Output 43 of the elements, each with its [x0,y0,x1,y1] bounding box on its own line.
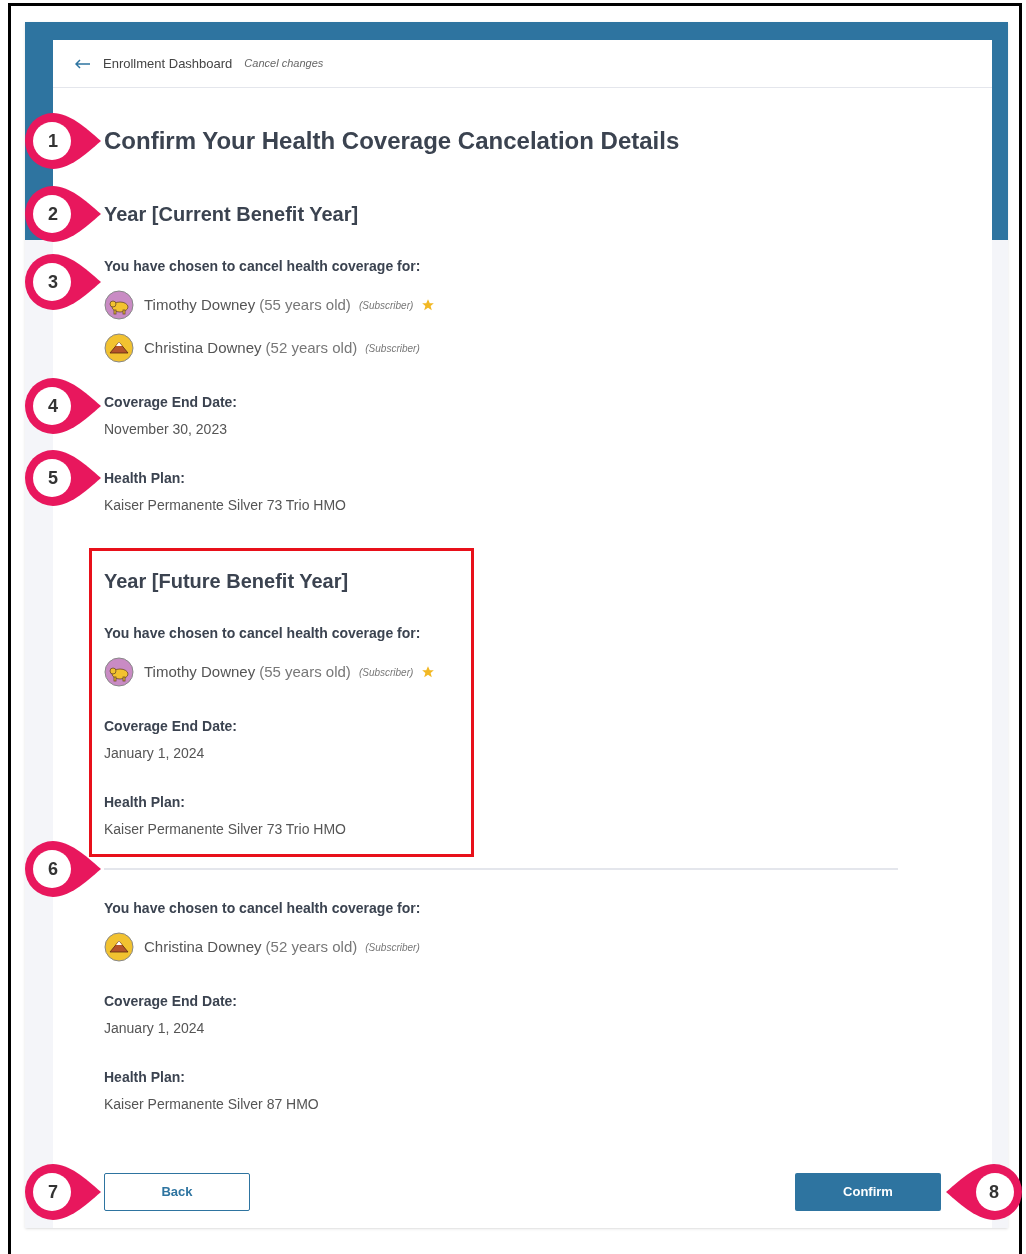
callout-marker: 7 [25,1164,101,1220]
end-date-label: Coverage End Date: [104,393,238,412]
end-date-value: January 1, 2024 [104,744,205,763]
member-role: (Subscriber) [358,298,414,313]
member-name: Timothy Downey [144,294,256,315]
members-label: You have chosen to cancel health coverage for: [104,899,421,918]
page-title: Confirm Your Health Coverage Cancelation Details [104,126,680,156]
section-heading: Year [Current Benefit Year] [104,202,359,227]
callout-marker: 5 [25,450,101,506]
member-role: (Subscriber) [365,341,420,356]
member-name: Timothy Downey [144,661,256,682]
plan-value: Kaiser Permanente Silver 87 HMO [104,1095,319,1114]
plan-label: Health Plan: [104,469,185,488]
enrollment-dashboard-link[interactable]: Enrollment Dashboard [103,53,233,74]
callout-marker: 4 [25,378,101,434]
plan-label: Health Plan: [104,1068,185,1087]
end-date-label: Coverage End Date: [104,992,238,1011]
callout-marker: 3 [25,254,101,310]
member-role: (Subscriber) [365,940,420,955]
back-arrow-icon[interactable] [75,58,91,69]
member-role: (Subscriber) [358,665,414,680]
member-age: (52 years old) [265,337,358,358]
member-age: (55 years old) [259,294,351,315]
section-heading: Year [Future Benefit Year] [104,569,349,594]
member-name: Christina Downey [144,337,262,358]
plan-value: Kaiser Permanente Silver 73 Trio HMO [104,820,346,839]
member-age: (52 years old) [265,936,358,957]
end-date-value: November 30, 2023 [104,420,227,439]
plan-value: Kaiser Permanente Silver 73 Trio HMO [104,496,346,515]
member-name: Christina Downey [144,936,262,957]
callout-marker: 1 [25,113,101,169]
end-date-label: Coverage End Date: [104,717,238,736]
callout-marker: 6 [25,841,101,897]
end-date-value: January 1, 2024 [104,1019,205,1038]
member-age: (55 years old) [259,661,351,682]
members-label: You have chosen to cancel health coverage for: [104,257,421,276]
callout-marker: 8 [946,1164,1022,1220]
cancel-changes-link[interactable]: Cancel changes [244,55,324,72]
callout-marker: 2 [25,186,101,242]
members-label: You have chosen to cancel health coverage for: [104,624,421,643]
confirm-button[interactable]: Confirm [795,1173,941,1211]
plan-label: Health Plan: [104,793,185,812]
back-button[interactable]: Back [104,1173,250,1211]
